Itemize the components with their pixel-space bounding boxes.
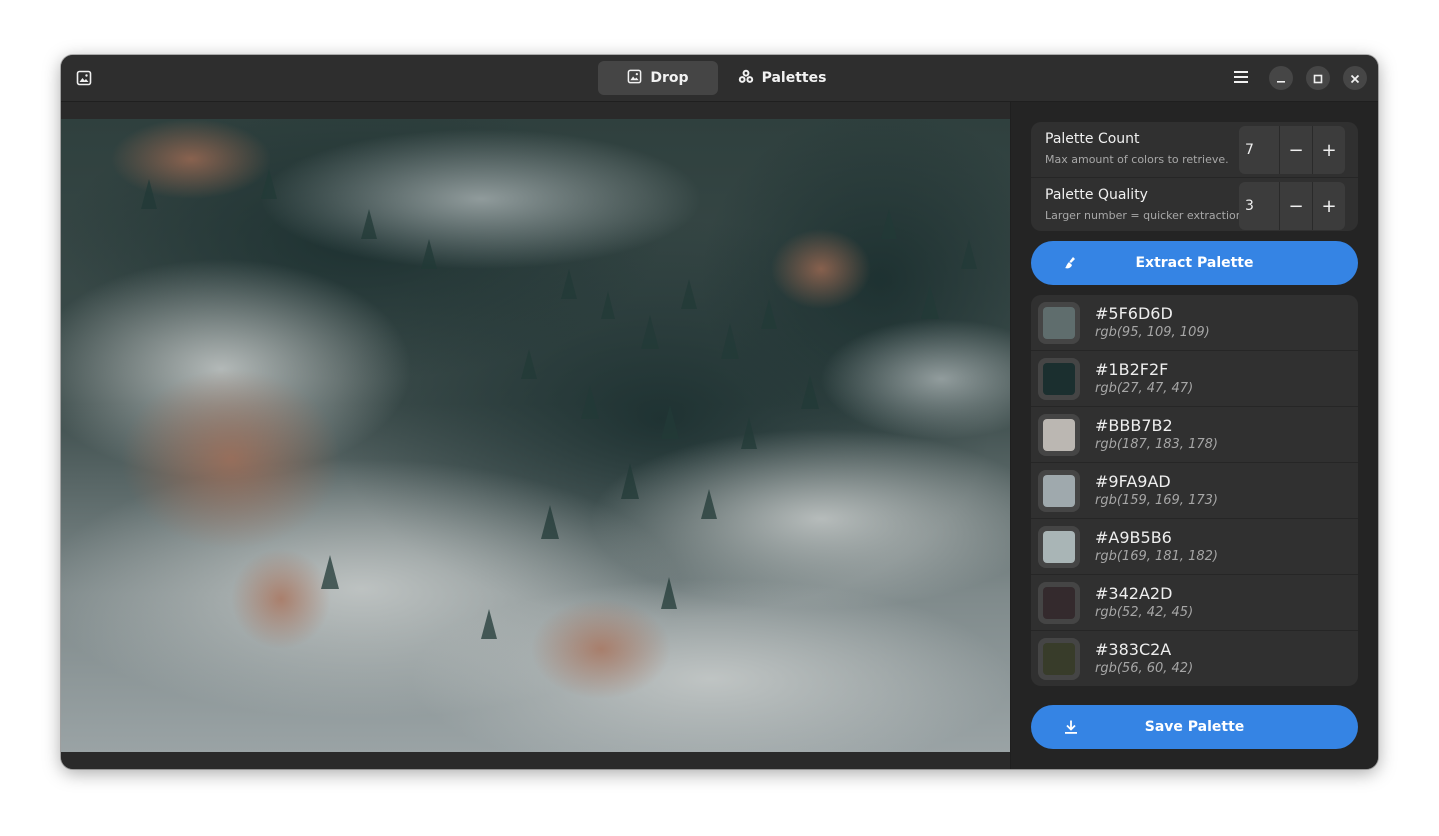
palette-quality-spinner: 3 − + — [1239, 182, 1345, 230]
palette-count-decrement-button[interactable]: − — [1279, 126, 1312, 174]
color-rgb: rgb(52, 42, 45) — [1095, 605, 1194, 620]
color-hex: #9FA9AD — [1095, 472, 1171, 491]
image-drop-area[interactable] — [61, 102, 1010, 769]
color-hex: #A9B5B6 — [1095, 528, 1172, 547]
color-swatch — [1043, 587, 1075, 619]
color-hex: #1B2F2F — [1095, 360, 1169, 379]
color-swatch — [1043, 643, 1075, 675]
palette-quality-decrement-button[interactable]: − — [1279, 182, 1312, 230]
color-swatch — [1043, 419, 1075, 451]
color-swatch-frame — [1038, 582, 1080, 624]
color-swatch — [1043, 531, 1075, 563]
color-row[interactable]: #342A2D rgb(52, 42, 45) — [1031, 575, 1358, 631]
palette-count-input[interactable]: 7 — [1239, 126, 1279, 174]
color-row[interactable]: #A9B5B6 rgb(169, 181, 182) — [1031, 519, 1358, 575]
brush-icon — [1061, 253, 1081, 273]
color-rgb: rgb(56, 60, 42) — [1095, 661, 1194, 676]
settings-card: Palette Count Max amount of colors to re… — [1031, 122, 1358, 231]
color-swatch-frame — [1038, 358, 1080, 400]
main-menu-button[interactable] — [1228, 66, 1254, 90]
color-swatch-frame — [1038, 414, 1080, 456]
palette-count-row: Palette Count Max amount of colors to re… — [1031, 122, 1358, 176]
open-image-icon[interactable] — [72, 66, 96, 90]
color-swatch-frame — [1038, 526, 1080, 568]
palette-count-title: Palette Count — [1045, 131, 1140, 147]
palette-count-increment-button[interactable]: + — [1312, 126, 1345, 174]
save-palette-label: Save Palette — [1144, 719, 1245, 735]
app-window: Drop Palettes Palette Count Max amount o… — [61, 55, 1378, 769]
tab-drop-label: Drop — [650, 70, 689, 86]
color-row[interactable]: #1B2F2F rgb(27, 47, 47) — [1031, 351, 1358, 407]
color-hex: #5F6D6D — [1095, 304, 1173, 323]
save-palette-button[interactable]: Save Palette — [1031, 705, 1358, 749]
view-switcher: Drop Palettes — [598, 61, 842, 95]
color-rgb: rgb(95, 109, 109) — [1095, 325, 1210, 340]
minimize-button[interactable] — [1269, 66, 1293, 90]
minus-icon: − — [1288, 195, 1304, 217]
palette-count-subtitle: Max amount of colors to retrieve. — [1045, 153, 1229, 166]
loaded-image — [61, 119, 1010, 752]
color-swatch-frame — [1038, 470, 1080, 512]
close-button[interactable] — [1343, 66, 1367, 90]
palette-count-spinner: 7 − + — [1239, 126, 1345, 174]
minimize-icon — [1276, 69, 1286, 88]
extract-palette-button[interactable]: Extract Palette — [1031, 241, 1358, 285]
color-hex: #383C2A — [1095, 640, 1172, 659]
color-rgb: rgb(169, 181, 182) — [1095, 549, 1218, 564]
header-bar: Drop Palettes — [61, 55, 1378, 102]
close-icon — [1350, 69, 1360, 88]
tab-palettes[interactable]: Palettes — [722, 61, 842, 95]
color-rgb: rgb(27, 47, 47) — [1095, 381, 1194, 396]
color-row[interactable]: #5F6D6D rgb(95, 109, 109) — [1031, 295, 1358, 351]
hamburger-menu-icon — [1233, 69, 1249, 88]
color-swatch — [1043, 475, 1075, 507]
palette-icon — [738, 69, 754, 88]
color-swatch-frame — [1038, 302, 1080, 344]
palette-quality-input[interactable]: 3 — [1239, 182, 1279, 230]
maximize-icon — [1313, 69, 1323, 88]
color-swatch-frame — [1038, 638, 1080, 680]
color-hex: #BBB7B2 — [1095, 416, 1173, 435]
image-icon — [627, 69, 642, 88]
sidebar: Palette Count Max amount of colors to re… — [1010, 102, 1378, 769]
palette-quality-title: Palette Quality — [1045, 187, 1148, 203]
download-icon — [1061, 717, 1081, 737]
color-swatch — [1043, 307, 1075, 339]
main-content: Palette Count Max amount of colors to re… — [61, 102, 1378, 769]
color-row[interactable]: #9FA9AD rgb(159, 169, 173) — [1031, 463, 1358, 519]
palette-quality-subtitle: Larger number = quicker extraction. — [1045, 209, 1247, 222]
color-hex: #342A2D — [1095, 584, 1173, 603]
plus-icon: + — [1321, 195, 1337, 217]
maximize-button[interactable] — [1306, 66, 1330, 90]
tab-drop[interactable]: Drop — [598, 61, 718, 95]
tab-palettes-label: Palettes — [761, 70, 827, 86]
palette-quality-increment-button[interactable]: + — [1312, 182, 1345, 230]
color-row[interactable]: #383C2A rgb(56, 60, 42) — [1031, 631, 1358, 686]
extract-palette-label: Extract Palette — [1135, 255, 1254, 271]
color-rgb: rgb(159, 169, 173) — [1095, 493, 1218, 508]
color-swatch — [1043, 363, 1075, 395]
plus-icon: + — [1321, 139, 1337, 161]
palette-color-list: #5F6D6D rgb(95, 109, 109) #1B2F2F rgb(27… — [1031, 295, 1358, 686]
color-row[interactable]: #BBB7B2 rgb(187, 183, 178) — [1031, 407, 1358, 463]
minus-icon: − — [1288, 139, 1304, 161]
palette-quality-row: Palette Quality Larger number = quicker … — [1031, 177, 1358, 231]
color-rgb: rgb(187, 183, 178) — [1095, 437, 1218, 452]
